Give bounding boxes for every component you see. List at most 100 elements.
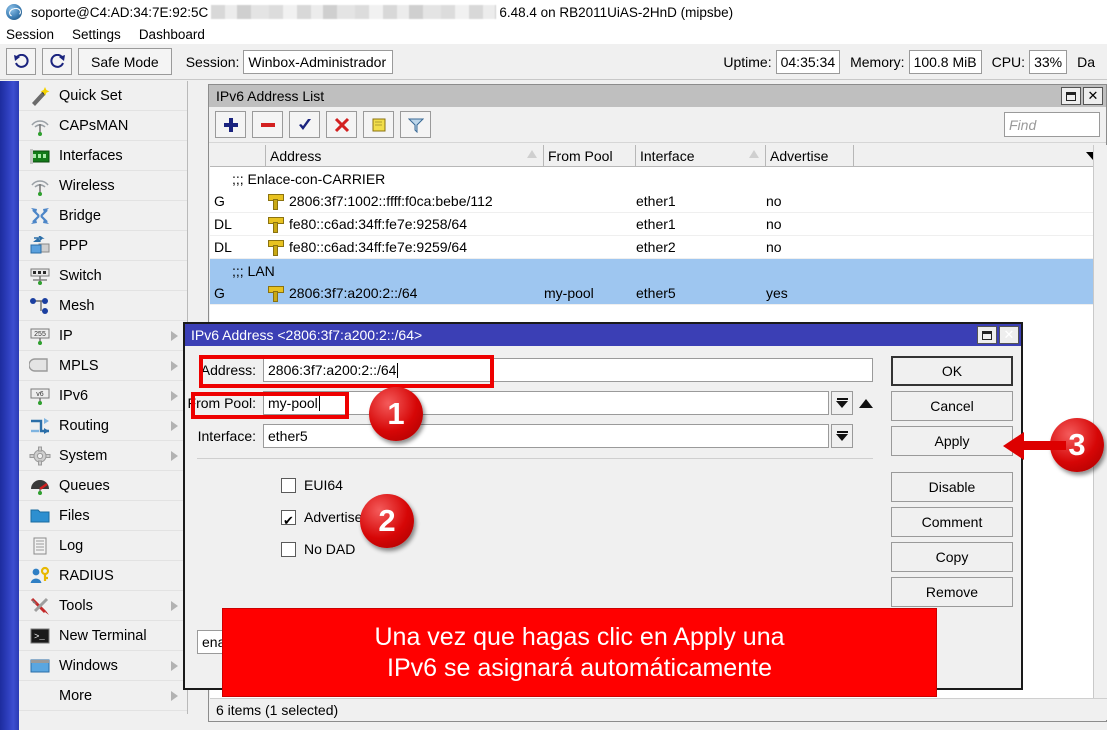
add-button[interactable]	[215, 111, 246, 138]
column-header-address[interactable]: Address	[266, 145, 544, 166]
sidebar-item-new-terminal[interactable]: >_ New Terminal	[19, 621, 187, 651]
menu-session[interactable]: Session	[6, 26, 64, 43]
sidebar-item-ip[interactable]: 255 IP	[19, 321, 187, 351]
sidebar-item-more[interactable]: More	[19, 681, 187, 711]
sidebar-item-interfaces[interactable]: Interfaces	[19, 141, 187, 171]
address-row: Address: 2806:3f7:a200:2::/64	[185, 356, 885, 384]
disable-button[interactable]: Disable	[891, 472, 1013, 502]
menu-dashboard[interactable]: Dashboard	[139, 26, 215, 43]
antenna-icon	[27, 175, 53, 197]
redo-button[interactable]	[42, 48, 72, 75]
no-dad-label: No DAD	[304, 541, 355, 557]
cell-flags: G	[210, 285, 266, 301]
interface-input[interactable]: ether5	[263, 424, 829, 448]
comment-button[interactable]	[363, 111, 394, 138]
column-header-flags[interactable]	[210, 145, 266, 166]
sidebar-item-label: MPLS	[59, 358, 171, 374]
find-input[interactable]: Find	[1004, 112, 1100, 137]
tools-icon	[27, 595, 53, 617]
apply-button[interactable]: Apply	[891, 426, 1013, 456]
cell-interface: ether1	[636, 216, 766, 232]
undo-icon	[13, 54, 30, 69]
address-label: Address:	[185, 362, 263, 378]
from-pool-input[interactable]: my-pool	[263, 391, 829, 415]
annotation-badge-1: 1	[369, 387, 423, 441]
sort-indicator-icon	[527, 150, 537, 158]
sidebar-item-wireless[interactable]: Wireless	[19, 171, 187, 201]
interface-row: Interface: ether5	[185, 422, 885, 450]
ok-button[interactable]: OK	[891, 356, 1013, 386]
sidebar-item-capsman[interactable]: CAPsMAN	[19, 111, 187, 141]
sidebar-item-system[interactable]: System	[19, 441, 187, 471]
no-dad-checkbox[interactable]	[281, 542, 296, 557]
cancel-button[interactable]: Cancel	[891, 391, 1013, 421]
remove-button[interactable]: Remove	[891, 577, 1013, 607]
sidebar-item-bridge[interactable]: Bridge	[19, 201, 187, 231]
maximize-icon[interactable]	[1061, 87, 1081, 105]
sidebar-item-mesh[interactable]: Mesh	[19, 291, 187, 321]
table-row[interactable]: DL fe80::c6ad:34ff:fe7e:9259/64 ether2 n…	[210, 236, 1107, 259]
sidebar-item-ipv6[interactable]: v6 IPv6	[19, 381, 187, 411]
memory-label: Memory:	[850, 54, 904, 70]
menu-settings[interactable]: Settings	[72, 26, 131, 43]
maximize-icon[interactable]	[977, 326, 997, 344]
gear-icon	[27, 445, 53, 467]
table-comment-row[interactable]: ;;; Enlace-con-CARRIER	[210, 167, 1107, 190]
sidebar-item-label: Routing	[59, 418, 171, 434]
sidebar-item-ppp[interactable]: PPP	[19, 231, 187, 261]
funnel-icon	[408, 117, 424, 133]
copy-button[interactable]: Copy	[891, 542, 1013, 572]
address-pin-icon	[266, 239, 284, 255]
session-label: Session:	[186, 54, 240, 70]
column-header-advertise[interactable]: Advertise	[766, 145, 854, 166]
advertise-checkbox[interactable]	[281, 510, 296, 525]
sidebar-item-radius[interactable]: RADIUS	[19, 561, 187, 591]
column-header-extra[interactable]	[854, 145, 1107, 166]
dialog-titlebar: IPv6 Address <2806:3f7:a200:2::/64> ✕	[185, 324, 1021, 346]
nic-card-icon	[27, 145, 53, 167]
close-icon[interactable]: ✕	[999, 326, 1019, 344]
cell-interface: ether5	[636, 285, 766, 301]
table-row[interactable]: G 2806:3f7:a200:2::/64 my-pool ether5 ye…	[210, 282, 1107, 305]
interface-dropdown-button[interactable]	[831, 424, 853, 448]
sidebar-item-queues[interactable]: Queues	[19, 471, 187, 501]
eui64-label: EUI64	[304, 477, 343, 493]
ipv6-list-title: IPv6 Address List	[216, 88, 324, 104]
comment-button[interactable]: Comment	[891, 507, 1013, 537]
sidebar-item-routing[interactable]: Routing	[19, 411, 187, 441]
undo-button[interactable]	[6, 48, 36, 75]
sidebar-item-files[interactable]: Files	[19, 501, 187, 531]
address-input[interactable]: 2806:3f7:a200:2::/64	[263, 358, 873, 382]
sidebar-item-windows[interactable]: Windows	[19, 651, 187, 681]
callout-line-1: Una vez que hagas clic en Apply una	[375, 622, 785, 653]
table-row[interactable]: DL fe80::c6ad:34ff:fe7e:9258/64 ether1 n…	[210, 213, 1107, 236]
status-readouts: Uptime: 04:35:34 Memory: 100.8 MiB CPU: …	[713, 50, 1101, 74]
chevron-down-icon	[836, 434, 848, 441]
from-pool-dropdown-button[interactable]	[831, 391, 853, 415]
table-row[interactable]: G 2806:3f7:1002::ffff:f0ca:bebe/112 ethe…	[210, 190, 1107, 213]
close-icon[interactable]: ✕	[1083, 87, 1103, 105]
check-icon	[297, 117, 313, 133]
sidebar-item-mpls[interactable]: MPLS	[19, 351, 187, 381]
session-value[interactable]: Winbox-Administrador	[243, 50, 393, 74]
enable-button[interactable]	[289, 111, 320, 138]
cell-flags: DL	[210, 239, 266, 255]
column-header-from-pool[interactable]: From Pool	[544, 145, 636, 166]
sidebar-item-tools[interactable]: Tools	[19, 591, 187, 621]
disable-button[interactable]	[326, 111, 357, 138]
table-comment-row[interactable]: ;;; LAN	[210, 259, 1107, 282]
sidebar-item-log[interactable]: Log	[19, 531, 187, 561]
sidebar-item-label: Log	[59, 538, 187, 554]
chevron-up-icon[interactable]	[859, 399, 873, 408]
svg-text:v6: v6	[36, 391, 44, 398]
sidebar-menu: Quick Set CAPsMAN Interfaces Wireless	[19, 81, 188, 714]
filter-button[interactable]	[400, 111, 431, 138]
mesh-icon	[27, 295, 53, 317]
eui64-checkbox[interactable]	[281, 478, 296, 493]
sidebar-item-switch[interactable]: Switch	[19, 261, 187, 291]
ipv6-icon: v6	[27, 385, 53, 407]
column-header-interface[interactable]: Interface	[636, 145, 766, 166]
remove-button[interactable]	[252, 111, 283, 138]
safe-mode-button[interactable]: Safe Mode	[78, 48, 172, 75]
sidebar-item-quick-set[interactable]: Quick Set	[19, 81, 187, 111]
